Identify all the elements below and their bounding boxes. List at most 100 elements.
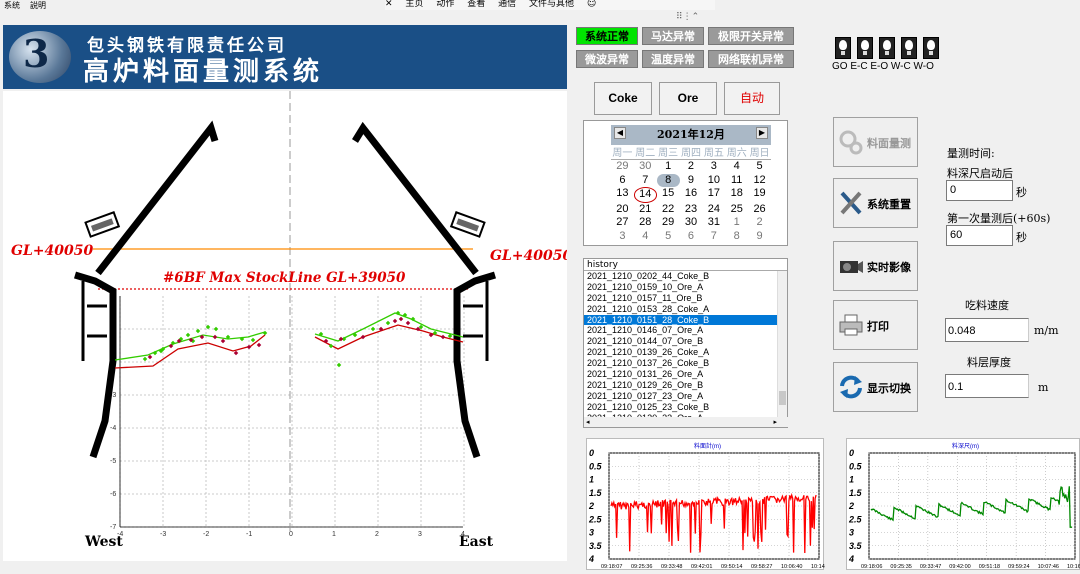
calendar-day[interactable]: 17 (702, 187, 725, 203)
calendar-day[interactable]: 12 (748, 174, 771, 188)
calendar-day[interactable]: 19 (748, 187, 771, 203)
history-list[interactable]: history 2021_1210_0202_44_Coke_B 2021_121… (583, 258, 789, 428)
after-start-input[interactable]: 0 (946, 180, 1013, 201)
calendar-day[interactable]: 20 (611, 203, 634, 217)
calendar-day[interactable]: 6 (680, 230, 703, 244)
toolbar-grip-icon[interactable]: ⠿⋮⌃ (676, 11, 708, 23)
calendar-day[interactable]: 15 (657, 187, 680, 203)
toolbar-actions[interactable]: 动作 (436, 0, 454, 9)
calendar-day[interactable]: 13 (611, 187, 634, 203)
calendar-day[interactable]: 4 (725, 160, 748, 174)
print-button[interactable]: 打印 (833, 300, 918, 350)
banner: 3 包头钢铁有限责任公司 高炉料面量测系统 (3, 25, 567, 89)
calendar-day[interactable]: 8 (656, 173, 680, 187)
calendar-day[interactable]: 5 (657, 230, 680, 244)
history-item[interactable]: 2021_1210_0202_44_Coke_B (584, 271, 787, 282)
calendar-day[interactable]: 29 (611, 160, 634, 174)
history-item[interactable]: 2021_1210_0137_26_Coke_B (584, 358, 787, 369)
history-item[interactable]: 2021_1210_0157_11_Ore_B (584, 293, 787, 304)
history-item[interactable]: 2021_1210_0153_28_Coke_A (584, 304, 787, 315)
menu-system[interactable]: 系统 (4, 1, 20, 10)
calendar-day[interactable]: 23 (680, 203, 703, 217)
calendar-day[interactable]: 18 (725, 187, 748, 203)
calendar-day[interactable]: 10 (702, 174, 725, 188)
calendar-day[interactable]: 22 (657, 203, 680, 217)
lamp-wc-icon (901, 37, 917, 59)
calendar-day[interactable]: 7 (702, 230, 725, 244)
first-measure-input[interactable]: 60 (946, 225, 1013, 246)
calendar-day[interactable]: 28 (634, 216, 657, 230)
history-item[interactable]: 2021_1210_0125_23_Coke_B (584, 402, 787, 413)
sec-label-1: 秒 (1016, 186, 1027, 199)
prev-month-icon[interactable]: ◀ (614, 127, 626, 139)
calendar-day[interactable]: 30 (634, 160, 657, 174)
calendar[interactable]: 2021年12月 ◀ ▶ 周一 周二 周三 周四 周五 周六 周日 29 30 1 2 3 4 5 6 7 8… (583, 120, 788, 246)
calendar-day[interactable]: 5 (748, 160, 771, 174)
calendar-day[interactable]: 11 (725, 174, 748, 188)
radar-west-icon (84, 211, 121, 238)
calendar-day[interactable]: 30 (680, 216, 703, 230)
calendar-day[interactable]: 9 (680, 174, 703, 188)
calendar-day[interactable]: 2 (748, 216, 771, 230)
history-item[interactable]: 2021_1210_0144_07_Ore_B (584, 336, 787, 347)
close-icon[interactable]: ✕ (385, 0, 393, 9)
measure-button[interactable]: 料面量测 (833, 117, 918, 167)
calendar-day[interactable]: 4 (634, 230, 657, 244)
calendar-day[interactable]: 3 (702, 160, 725, 174)
calendar-day[interactable]: 3 (611, 230, 634, 244)
profile-point (370, 326, 376, 332)
calendar-day[interactable]: 26 (748, 203, 771, 217)
toolbar-comm[interactable]: 通信 (498, 0, 516, 9)
ore-button[interactable]: Ore (659, 82, 717, 115)
auto-button[interactable]: 自动 (724, 82, 780, 115)
calendar-day[interactable]: 14 (633, 187, 657, 203)
calendar-day[interactable]: 29 (657, 216, 680, 230)
calendar-day[interactable]: 31 (702, 216, 725, 230)
history-item[interactable]: 2021_1210_0129_26_Ore_B (584, 380, 787, 391)
trend-chart-radar: 料面計(m) 0 0.5 1 1.5 2 2.5 3 3.5 4 09:18:07 09:25:36 0… (586, 438, 832, 570)
calendar-day[interactable]: 27 (611, 216, 634, 230)
profile-point (250, 337, 256, 343)
gears-icon (839, 130, 863, 155)
calendar-day[interactable]: 25 (725, 203, 748, 217)
next-month-icon[interactable]: ▶ (756, 127, 768, 139)
status-limit-switch: 极限开关异常 (708, 27, 794, 45)
history-item[interactable]: 2021_1210_0127_23_Ore_A (584, 391, 787, 402)
calendar-days[interactable]: 29 30 1 2 3 4 5 6 7 8 9 10 11 12 13 14 15 16 17 18 19 20 21 22 2… (611, 160, 771, 243)
history-vscroll[interactable] (777, 271, 787, 417)
menu-help[interactable]: 説明 (30, 1, 46, 10)
switch-display-label: 显示切换 (867, 382, 911, 395)
history-item[interactable]: 2021_1210_0146_07_Ore_A (584, 325, 787, 336)
after-start-label: 料深尺启动后 (947, 167, 1013, 180)
calendar-day[interactable]: 21 (634, 203, 657, 217)
status-microwave: 微波异常 (576, 50, 638, 68)
calendar-day[interactable]: 24 (702, 203, 725, 217)
coke-button[interactable]: Coke (594, 82, 652, 115)
calendar-day[interactable]: 1 (725, 216, 748, 230)
reset-label: 系统重置 (867, 198, 911, 211)
calendar-day[interactable]: 1 (657, 160, 680, 174)
video-button[interactable]: 实时影像 (833, 241, 918, 291)
calendar-day[interactable]: 9 (748, 230, 771, 244)
toolbar-view[interactable]: 查看 (467, 0, 485, 9)
status-motor: 马达异常 (642, 27, 704, 45)
calendar-day[interactable]: 7 (634, 174, 657, 188)
history-hscroll[interactable]: ◂ ▸ (584, 417, 789, 427)
weekday-3: 周四 (680, 148, 701, 159)
smile-icon[interactable]: ☺ (587, 0, 596, 9)
history-item[interactable]: 2021_1210_0139_26_Coke_A (584, 347, 787, 358)
weekday-0: 周一 (612, 148, 633, 159)
toolbar-files[interactable]: 文件与其他 (529, 0, 574, 9)
profile-point (256, 342, 262, 348)
history-item[interactable]: 2021_1210_0151_28_Coke_B (584, 314, 787, 326)
calendar-day[interactable]: 16 (680, 187, 703, 203)
calendar-day[interactable]: 2 (680, 160, 703, 174)
calendar-day[interactable]: 8 (725, 230, 748, 244)
history-item[interactable]: 2021_1210_0159_10_Ore_A (584, 282, 787, 293)
reset-button[interactable]: 系统重置 (833, 178, 918, 228)
history-item[interactable]: 2021_1210_0131_26_Ore_A (584, 369, 787, 380)
profile-point (360, 334, 366, 340)
toolbar-home[interactable]: 主页 (405, 0, 423, 9)
switch-display-button[interactable]: 显示切换 (833, 362, 918, 412)
calendar-day[interactable]: 6 (611, 174, 634, 188)
